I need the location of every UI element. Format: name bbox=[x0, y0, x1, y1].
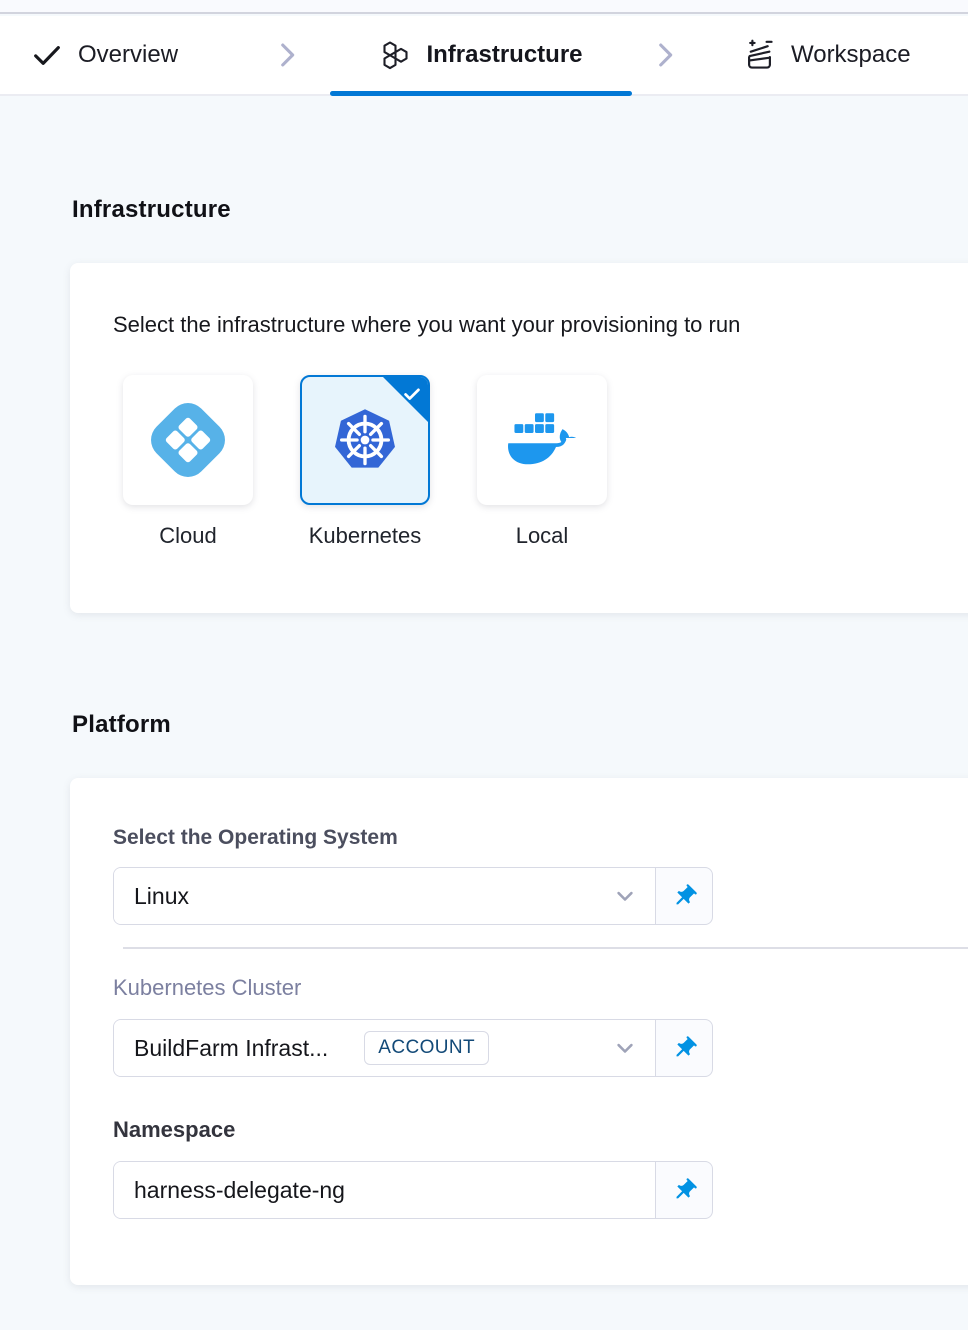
kubernetes-cluster-select[interactable]: BuildFarm Infrast... ACCOUNT bbox=[114, 1020, 656, 1076]
docker-icon bbox=[505, 410, 579, 470]
kubernetes-tile[interactable] bbox=[300, 375, 430, 505]
platform-section-heading: Platform bbox=[72, 711, 171, 739]
pin-icon bbox=[665, 877, 703, 915]
chevron-right-icon bbox=[652, 16, 678, 94]
section-divider bbox=[123, 947, 968, 949]
kubernetes-tile-label: Kubernetes bbox=[309, 523, 422, 549]
selected-check-icon bbox=[401, 383, 423, 410]
chevron-right-icon bbox=[274, 16, 300, 94]
cloud-icon bbox=[142, 394, 234, 486]
pin-icon bbox=[665, 1171, 703, 1209]
namespace-pin-button[interactable] bbox=[656, 1162, 712, 1218]
local-tile-label: Local bbox=[516, 523, 569, 549]
tab-workspace[interactable]: Workspace bbox=[742, 16, 911, 94]
kubernetes-cluster-pin-button[interactable] bbox=[656, 1020, 712, 1076]
tab-infrastructure[interactable]: Infrastructure bbox=[330, 16, 632, 94]
infrastructure-description: Select the infrastructure where you want… bbox=[113, 312, 957, 338]
wizard-tab-bar: Overview Infrastructure bbox=[0, 16, 968, 96]
operating-system-pin-button[interactable] bbox=[656, 868, 712, 924]
operating-system-value: Linux bbox=[134, 883, 189, 910]
cloud-tile-label: Cloud bbox=[159, 523, 216, 549]
namespace-input[interactable]: harness-delegate-ng bbox=[114, 1162, 656, 1218]
check-icon bbox=[30, 38, 64, 72]
cloud-tile[interactable] bbox=[123, 375, 253, 505]
active-tab-underline bbox=[330, 91, 632, 96]
dotted-pattern-strip bbox=[0, 0, 968, 14]
chevron-down-icon bbox=[611, 882, 639, 910]
kubernetes-cluster-select-group: BuildFarm Infrast... ACCOUNT bbox=[113, 1019, 713, 1077]
tab-overview[interactable]: Overview bbox=[30, 16, 178, 94]
tab-workspace-label: Workspace bbox=[791, 41, 911, 69]
kubernetes-cluster-label: Kubernetes Cluster bbox=[113, 975, 957, 1001]
infrastructure-options: Cloud bbox=[123, 375, 957, 549]
tab-infrastructure-label: Infrastructure bbox=[426, 41, 582, 69]
kubernetes-cluster-value: BuildFarm Infrast... bbox=[134, 1035, 328, 1062]
chevron-down-icon bbox=[611, 1034, 639, 1062]
operating-system-select[interactable]: Linux bbox=[114, 868, 656, 924]
hexagons-icon bbox=[379, 39, 412, 72]
infrastructure-card: Select the infrastructure where you want… bbox=[70, 263, 968, 613]
layers-stack-icon bbox=[742, 38, 777, 73]
pin-icon bbox=[665, 1029, 703, 1067]
scope-badge: ACCOUNT bbox=[364, 1031, 489, 1065]
infrastructure-section-heading: Infrastructure bbox=[72, 196, 231, 224]
option-cloud: Cloud bbox=[123, 375, 253, 549]
operating-system-label: Select the Operating System bbox=[113, 826, 957, 850]
platform-card: Select the Operating System Linux Kubern… bbox=[70, 778, 968, 1285]
namespace-label: Namespace bbox=[113, 1117, 957, 1143]
operating-system-select-group: Linux bbox=[113, 867, 713, 925]
tab-overview-label: Overview bbox=[78, 41, 178, 69]
connector-status-dot bbox=[343, 1042, 355, 1054]
namespace-input-group: harness-delegate-ng bbox=[113, 1161, 713, 1219]
namespace-value: harness-delegate-ng bbox=[134, 1177, 345, 1204]
option-kubernetes: Kubernetes bbox=[300, 375, 430, 549]
local-tile[interactable] bbox=[477, 375, 607, 505]
option-local: Local bbox=[477, 375, 607, 549]
